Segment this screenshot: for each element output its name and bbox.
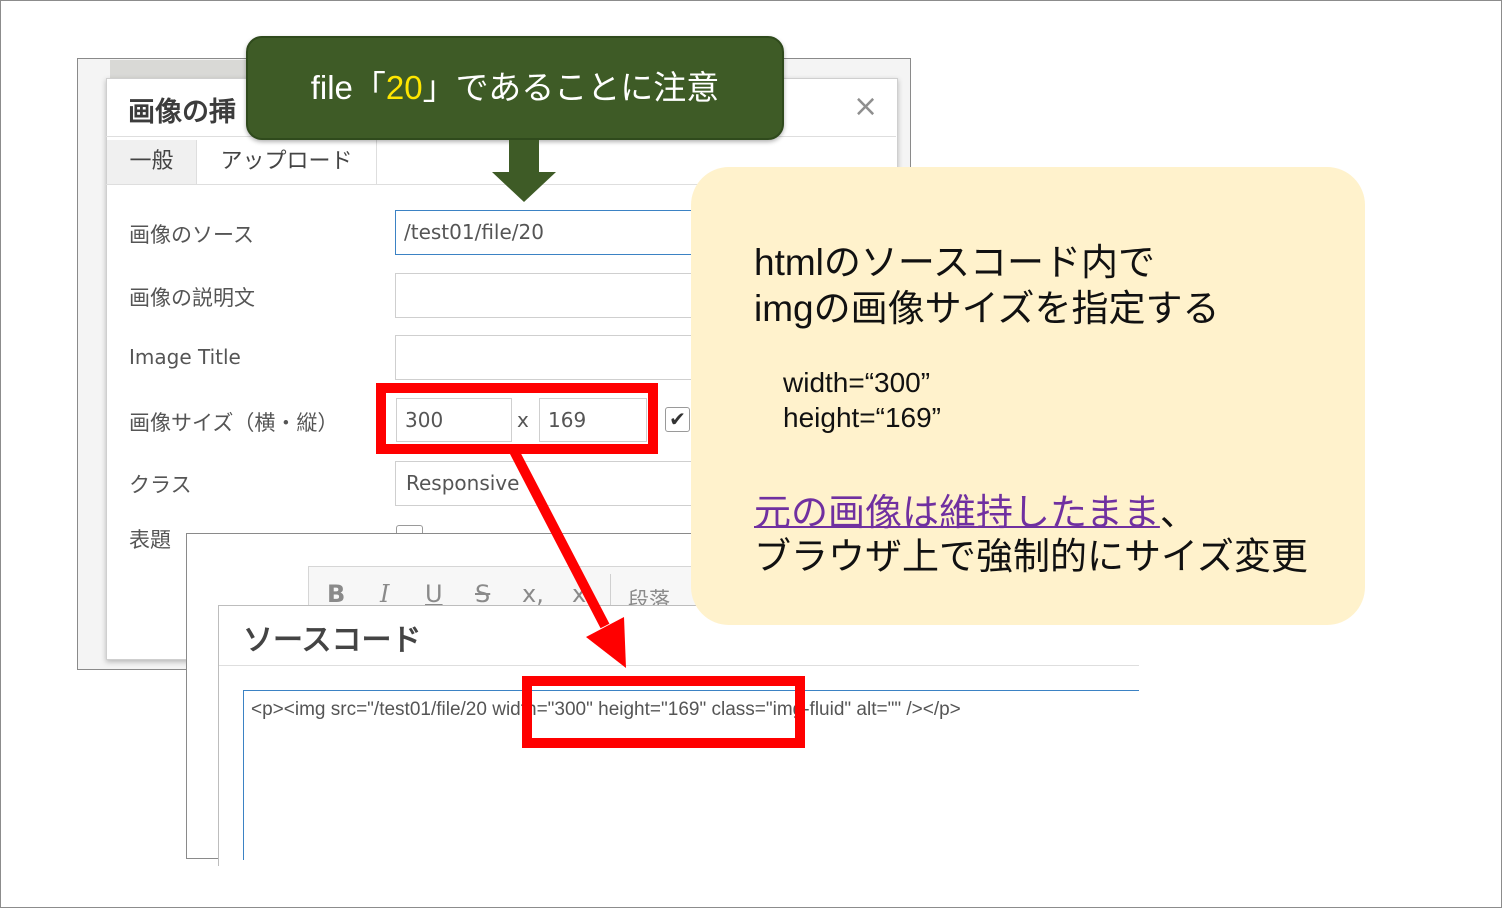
note-highlight: 20 [385, 69, 423, 106]
code-before: <p><img src="/test01/file/20 [251, 699, 487, 720]
divider [219, 665, 1139, 666]
note-prefix: file「 [310, 69, 386, 106]
down-arrow-icon [492, 140, 556, 202]
note-suffix: 」であることに注意 [422, 69, 720, 106]
image-size-label: 画像サイズ（横・縦） [129, 411, 339, 435]
checkmark-icon: ✔ [669, 407, 686, 431]
image-title-label: Image Title [129, 345, 241, 369]
info-line-2: imgの画像サイズを指定する [754, 288, 1220, 329]
info-height-attr: height=“169” [783, 402, 942, 433]
italic-button[interactable]: I [380, 580, 389, 608]
image-source-label: 画像のソース [129, 223, 254, 247]
class-label: クラス [129, 473, 192, 497]
source-dialog-title: ソースコード [243, 623, 422, 658]
superscript-button[interactable]: x [572, 580, 586, 608]
code-highlight-box [522, 676, 805, 748]
bold-button[interactable]: B [327, 580, 345, 608]
image-description-input[interactable] [395, 273, 695, 318]
close-icon[interactable]: × [853, 92, 878, 122]
info-line-4: ブラウザ上で強制的にサイズ変更 [754, 536, 1308, 577]
lock-ratio-checkbox[interactable]: ✔ [665, 407, 690, 432]
note-callout: file「20」であることに注意 [246, 36, 784, 140]
image-source-input[interactable]: /test01/file/20 [395, 210, 695, 255]
size-highlight-box [376, 383, 658, 454]
class-select[interactable]: Responsive [395, 461, 695, 506]
dialog-title: 画像の挿 [128, 97, 236, 128]
image-title-input[interactable] [395, 335, 695, 380]
subscript-button[interactable]: x, [522, 580, 544, 608]
strikethrough-button[interactable]: S [475, 580, 490, 608]
underline-button[interactable]: U [425, 580, 443, 608]
tab-general[interactable]: 一般 [107, 140, 197, 184]
image-description-label: 画像の説明文 [129, 286, 255, 310]
caption-label: 表題 [129, 528, 171, 552]
background-image-strip [110, 60, 250, 80]
info-width-attr: width=“300” [783, 367, 931, 398]
tab-upload[interactable]: アップロード [197, 140, 377, 184]
